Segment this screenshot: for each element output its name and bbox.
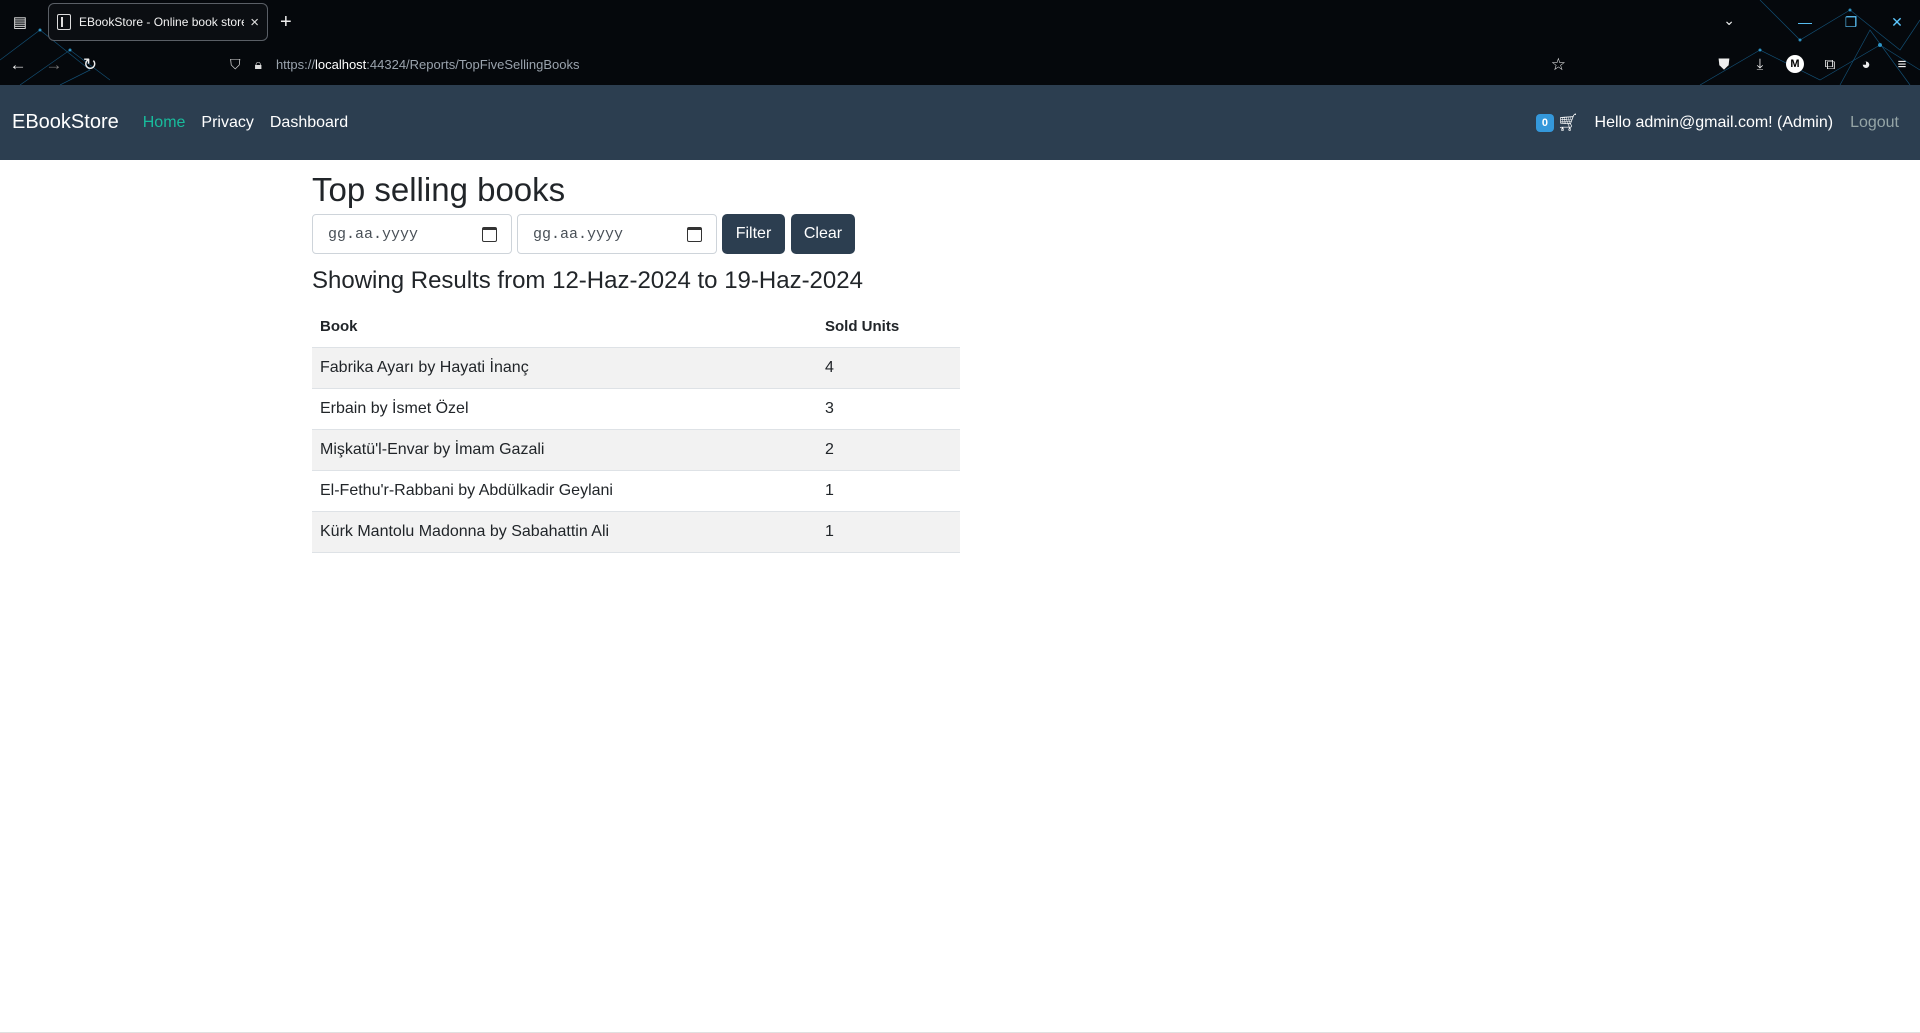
sold-units-cell: 3 <box>817 388 960 430</box>
clear-button[interactable]: Clear <box>791 214 855 254</box>
close-tab-icon[interactable]: × <box>250 14 259 31</box>
book-cell: El-Fethu'r-Rabbani by Abdülkadir Geylani <box>312 470 817 512</box>
table-header-row: Book Sold Units <box>312 307 960 348</box>
menu-icon[interactable]: ≡ <box>1892 56 1912 73</box>
tab-list-icon[interactable]: ▤ <box>0 0 40 44</box>
forward-icon[interactable]: → <box>36 49 72 81</box>
brand-link[interactable]: EBookStore <box>12 111 119 134</box>
sold-units-cell: 1 <box>817 470 960 512</box>
book-cell: Erbain by İsmet Özel <box>312 388 817 430</box>
date-from-input[interactable]: gg.aa.yyyy <box>312 214 512 254</box>
account-icon[interactable]: M <box>1786 55 1804 73</box>
cart-count-badge[interactable]: 0 <box>1535 113 1554 132</box>
extension-icon[interactable]: ⧉ <box>1820 56 1840 73</box>
column-header-sold-units: Sold Units <box>817 307 960 348</box>
nav-dashboard-link[interactable]: Dashboard <box>270 114 348 132</box>
logout-link[interactable]: Logout <box>1850 114 1899 132</box>
lock-icon[interactable]: 🔒︎ <box>255 56 262 73</box>
table-row: Kürk Mantolu Madonna by Sabahattin Ali 1 <box>312 511 960 553</box>
table-row: Erbain by İsmet Özel 3 <box>312 388 960 430</box>
book-cell: Kürk Mantolu Madonna by Sabahattin Ali <box>312 511 817 553</box>
address-bar[interactable]: ⛉ 🔒︎ https://localhost:44324/Reports/Top… <box>230 48 1580 80</box>
top-books-table: Book Sold Units Fabrika Ayarı by Hayati … <box>312 307 960 553</box>
profile-icon[interactable]: ◕ <box>1856 56 1876 73</box>
table-row: Mişkatü'l-Envar by İmam Gazali 2 <box>312 429 960 471</box>
calendar-icon[interactable] <box>687 226 702 242</box>
minimize-icon[interactable]: — <box>1782 14 1828 30</box>
sold-units-cell: 2 <box>817 429 960 471</box>
column-header-book: Book <box>312 307 817 348</box>
nav-home-link[interactable]: Home <box>143 114 186 132</box>
cart-icon[interactable]: 🛒︎ <box>1557 113 1579 133</box>
sold-units-cell: 1 <box>817 511 960 553</box>
site-navbar: EBookStore Home Privacy Dashboard 0 🛒︎ H… <box>0 85 1920 160</box>
user-greeting[interactable]: Hello admin@gmail.com! (Admin) <box>1595 114 1834 132</box>
calendar-icon[interactable] <box>482 226 497 242</box>
browser-chrome: ▤ EBookStore - Online book store × + ⌄ —… <box>0 0 1920 85</box>
date-to-input[interactable]: gg.aa.yyyy <box>517 214 717 254</box>
pocket-icon[interactable]: ⛊ <box>1714 56 1734 73</box>
results-range-heading: Showing Results from 12-Haz-2024 to 19-H… <box>312 267 863 294</box>
sold-units-cell: 4 <box>817 347 960 389</box>
tab-title: EBookStore - Online book store <box>79 15 245 29</box>
download-icon[interactable]: ⤓ <box>1750 56 1770 73</box>
page-icon <box>57 14 71 30</box>
url-text[interactable]: https://localhost:44324/Reports/TopFiveS… <box>276 57 580 72</box>
window-controls: — ❐ ✕ <box>1782 0 1920 44</box>
table-row: Fabrika Ayarı by Hayati İnanç 4 <box>312 347 960 389</box>
date-to-placeholder: gg.aa.yyyy <box>533 225 624 243</box>
filter-form: gg.aa.yyyy gg.aa.yyyy Filter Clear <box>312 214 962 254</box>
nav-privacy-link[interactable]: Privacy <box>201 114 253 132</box>
star-icon[interactable]: ☆ <box>1551 55 1566 75</box>
table-row: El-Fethu'r-Rabbani by Abdülkadir Geylani… <box>312 470 960 512</box>
date-from-placeholder: gg.aa.yyyy <box>328 225 419 243</box>
reload-icon[interactable]: ↻ <box>72 49 108 81</box>
filter-button[interactable]: Filter <box>722 214 785 254</box>
shield-icon[interactable]: ⛉ <box>230 56 241 73</box>
main-content: Top selling books gg.aa.yyyy gg.aa.yyyy … <box>312 160 962 553</box>
new-tab-icon[interactable]: + <box>280 11 292 34</box>
browser-tab[interactable]: EBookStore - Online book store × <box>48 3 268 41</box>
book-cell: Fabrika Ayarı by Hayati İnanç <box>312 347 817 389</box>
back-icon[interactable]: ← <box>0 49 36 81</box>
book-cell: Mişkatü'l-Envar by İmam Gazali <box>312 429 817 471</box>
page-title: Top selling books <box>312 171 566 208</box>
close-window-icon[interactable]: ✕ <box>1874 14 1920 31</box>
maximize-icon[interactable]: ❐ <box>1828 14 1874 31</box>
tab-overflow-chevron-icon[interactable]: ⌄ <box>1723 12 1735 29</box>
